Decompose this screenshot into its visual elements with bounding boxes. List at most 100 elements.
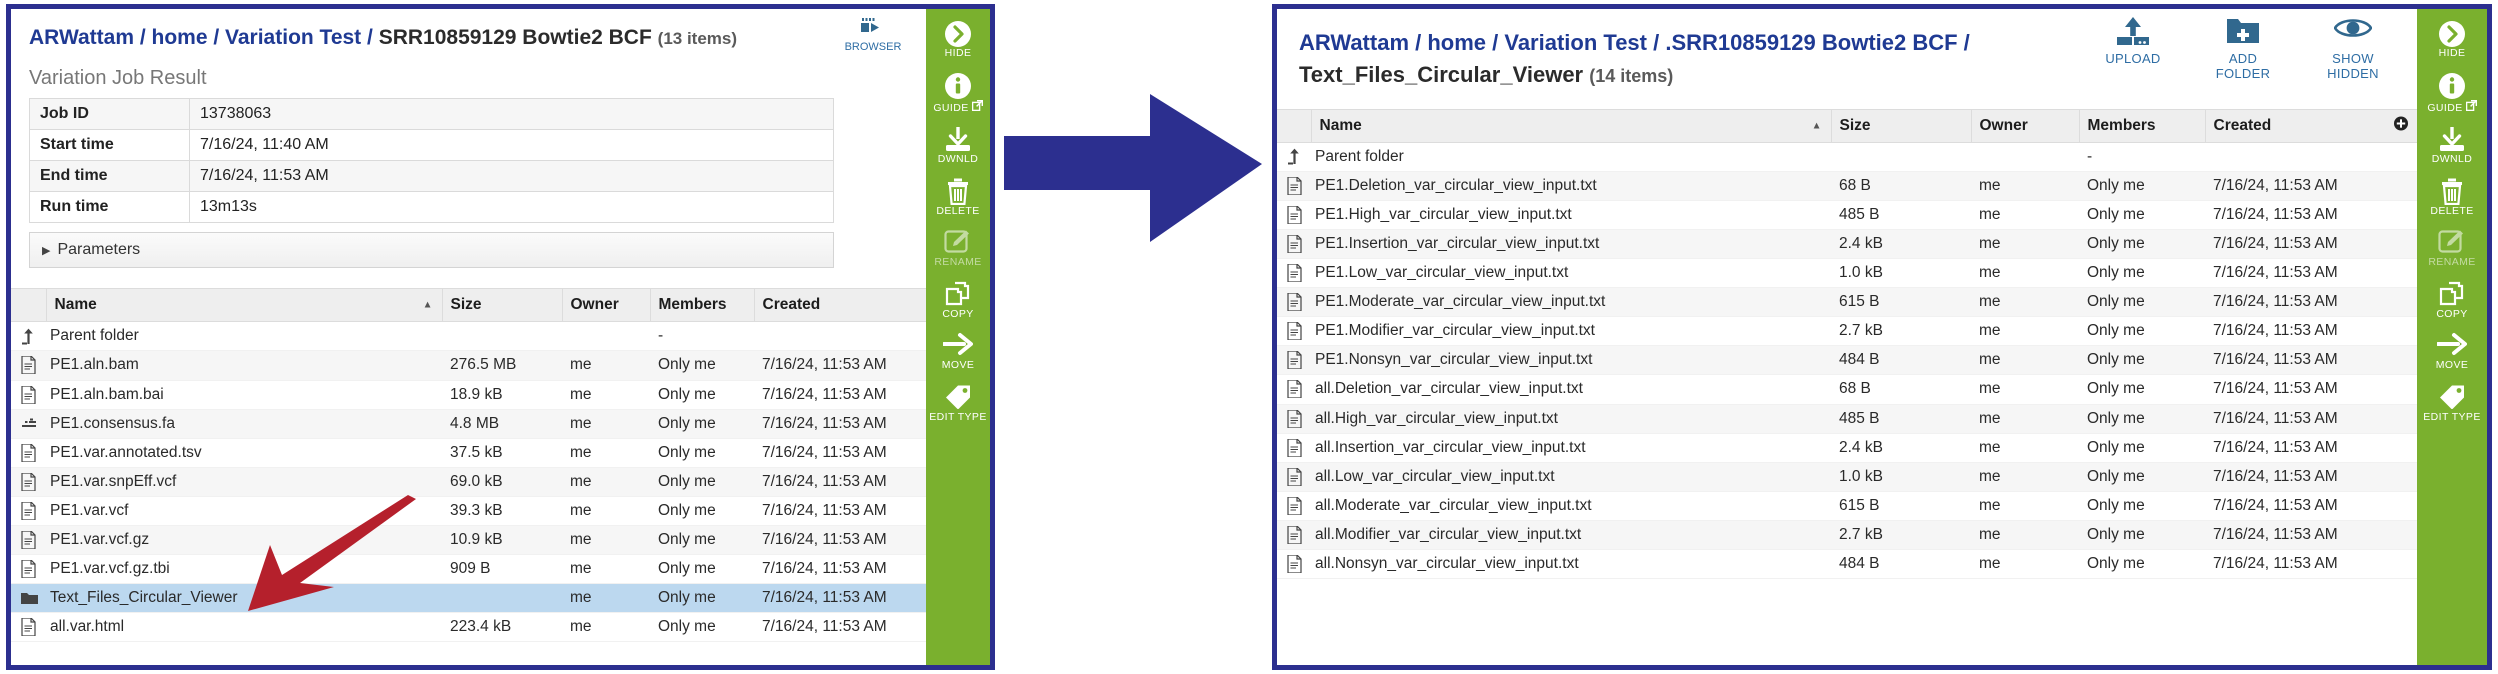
plus-circle-icon[interactable] [2394, 116, 2408, 135]
toolbar-item-guide[interactable]: GUIDE [926, 67, 990, 120]
sort-asc-icon[interactable]: ▲ [423, 300, 433, 311]
table-row[interactable]: PE1.var.snpEff.vcf 69.0 kB me Only me 7/16/2… [11, 467, 926, 497]
file-owner-cell: me [1971, 462, 2079, 492]
breadcrumb-path[interactable]: ARWattam / home / Variation Test / .SRR1… [1299, 30, 1970, 55]
file-name-cell[interactable]: all.Nonsyn_var_circular_view_input.txt [1311, 549, 1831, 580]
file-name-cell[interactable]: all.Insertion_var_circular_view_input.tx… [1311, 433, 1831, 463]
table-row[interactable]: PE1.Low_var_circular_view_input.txt 1.0 k… [1277, 258, 2417, 289]
file-name-cell[interactable]: PE1.Deletion_var_circular_view_input.txt [1311, 171, 1831, 201]
file-name-cell[interactable]: Parent folder [1311, 142, 1831, 172]
toolbar-item-dwnld[interactable]: DWNLD [926, 121, 990, 171]
file-name-cell[interactable]: PE1.Nonsyn_var_circular_view_input.txt [1311, 345, 1831, 376]
file-name-cell[interactable]: all.High_var_circular_view_input.txt [1311, 404, 1831, 434]
file-name-cell[interactable]: PE1.var.annotated.tsv [46, 438, 442, 468]
file-name-cell[interactable]: all.var.html [46, 612, 442, 643]
table-row[interactable]: all.High_var_circular_view_input.txt 485 … [1277, 404, 2417, 434]
toolbar-item-dwnld[interactable]: DWNLD [2417, 121, 2487, 171]
external-link-icon [969, 99, 983, 114]
column-header-name[interactable]: Name ▲ [1310, 108, 1831, 143]
table-row[interactable]: all.Modifier_var_circular_view_input.txt… [1277, 520, 2417, 551]
column-header-members[interactable]: Members [649, 288, 754, 323]
column-header-size[interactable]: Size [1830, 108, 1971, 143]
toolbar-item-copy[interactable]: COPY [2417, 276, 2487, 326]
chevron-right-icon: ▶ [42, 245, 51, 258]
table-row[interactable]: all.Low_var_circular_view_input.txt 1.0 k… [1277, 462, 2417, 492]
table-row[interactable]: all.Deletion_var_circular_view_input.txt… [1277, 374, 2417, 405]
table-row[interactable]: all.Nonsyn_var_circular_view_input.txt 48… [1277, 549, 2417, 580]
table-row[interactable]: PE1.aln.bam 276.5 MB me Only me 7/16/24, 11:… [11, 350, 926, 381]
file-owner-cell: me [1971, 433, 2079, 463]
file-name-cell[interactable]: all.Modifier_var_circular_view_input.txt [1311, 520, 1831, 551]
toolbar-item-edit-type[interactable]: EDIT TYPE [926, 379, 990, 429]
file-name-cell[interactable]: all.Low_var_circular_view_input.txt [1311, 462, 1831, 492]
breadcrumb-left[interactable]: ARWattam / home / Variation Test / SRR10… [11, 9, 926, 63]
toolbar-item-guide[interactable]: GUIDE [2417, 67, 2487, 120]
column-header-owner[interactable]: Owner [1970, 108, 2079, 143]
file-table-body-right: Parent folder - PE1.Deletion_var_circular_… [1277, 142, 2417, 580]
table-row[interactable]: PE1.var.annotated.tsv 37.5 kB me Only me 7/1… [11, 438, 926, 468]
file-name-cell[interactable]: PE1.Insertion_var_circular_view_input.tx… [1311, 229, 1831, 260]
file-icon [1277, 374, 1311, 405]
table-row[interactable]: PE1.var.vcf.gz 10.9 kB me Only me 7/16/24, 1… [11, 525, 926, 556]
table-row[interactable]: PE1.var.vcf 39.3 kB me Only me 7/16/24, 11:5… [11, 496, 926, 526]
sort-asc-icon[interactable]: ▲ [1812, 120, 1822, 131]
table-row[interactable]: PE1.Insertion_var_circular_view_input.tx… [1277, 229, 2417, 260]
file-owner-cell: me [1971, 171, 2079, 201]
file-name-cell[interactable]: PE1.Moderate_var_circular_view_input.txt [1311, 287, 1831, 318]
file-owner-cell [1971, 142, 2079, 172]
file-table-head-right: Name ▲ Size Owner Members Created [1277, 108, 2417, 143]
table-row[interactable]: PE1.consensus.fa 4.8 MB me Only me 7/16/24, … [11, 409, 926, 439]
browser-button[interactable]: BROWSER [838, 17, 908, 53]
table-row[interactable]: PE1.var.vcf.gz.tbi 909 Bme Only me 7/16/24,… [11, 554, 926, 585]
table-row[interactable]: all.Insertion_var_circular_view_input.tx… [1277, 433, 2417, 463]
file-name-cell[interactable]: PE1.consensus.fa [46, 409, 442, 439]
header-action-show[interactable]: SHOW HIDDEN [2315, 15, 2391, 82]
toolbar-item-hide[interactable]: HIDE [926, 15, 990, 65]
file-name-cell[interactable]: all.Moderate_var_circular_view_input.txt [1311, 491, 1831, 521]
column-header-created[interactable]: Created [2204, 108, 2417, 143]
toolbar-item-edit-type[interactable]: EDIT TYPE [2417, 379, 2487, 429]
breadcrumb-right[interactable]: ARWattam / home / Variation Test / .SRR1… [1277, 9, 2095, 103]
header-action-add[interactable]: ADD FOLDER [2205, 15, 2281, 82]
column-header-owner[interactable]: Owner [561, 288, 650, 323]
table-row[interactable]: PE1.Nonsyn_var_circular_view_input.txt 48… [1277, 345, 2417, 376]
column-header-members[interactable]: Members [2078, 108, 2205, 143]
table-row[interactable]: Text_Files_Circular_Viewer me Only me 7/16/… [11, 583, 926, 614]
toolbar-item-move[interactable]: MOVE [2417, 327, 2487, 377]
table-row[interactable]: PE1.Moderate_var_circular_view_input.txt… [1277, 287, 2417, 318]
header-action-upload[interactable]: UPLOAD [2095, 15, 2171, 82]
toolbar-item-hide[interactable]: HIDE [2417, 15, 2487, 65]
toolbar-item-delete[interactable]: DELETE [2417, 173, 2487, 223]
parameters-accordion[interactable]: ▶ Parameters [29, 232, 834, 269]
toolbar-item-copy[interactable]: COPY [926, 276, 990, 326]
file-name-cell[interactable]: PE1.High_var_circular_view_input.txt [1311, 200, 1831, 230]
breadcrumb-path[interactable]: ARWattam / home / Variation Test / [29, 26, 379, 49]
file-name-cell[interactable]: PE1.aln.bam [46, 350, 442, 381]
file-members-cell: Only me [650, 438, 754, 468]
table-row[interactable]: all.Moderate_var_circular_view_input.txt… [1277, 491, 2417, 521]
table-row[interactable]: PE1.High_var_circular_view_input.txt 485 … [1277, 200, 2417, 230]
file-name-cell[interactable]: Parent folder [46, 321, 442, 352]
file-name-cell[interactable]: PE1.Low_var_circular_view_input.txt [1311, 258, 1831, 289]
pencil-square-icon [926, 229, 990, 257]
table-row[interactable]: PE1.Deletion_var_circular_view_input.txt… [1277, 171, 2417, 201]
file-table-wrap-right: Name ▲ Size Owner Members Created Parent fold… [1277, 108, 2417, 580]
file-members-cell: Only me [650, 409, 754, 439]
column-header-size[interactable]: Size [441, 288, 562, 323]
file-name-cell[interactable]: PE1.aln.bam.bai [46, 380, 442, 410]
column-header-created[interactable]: Created [753, 288, 926, 323]
table-row[interactable]: PE1.Modifier_var_circular_view_input.txt… [1277, 316, 2417, 347]
file-created-cell [2205, 142, 2417, 172]
table-row[interactable]: PE1.aln.bam.bai 18.9 kB me Only me 7/16/24, … [11, 380, 926, 410]
file-created-cell: 7/16/24, 11:53 AM [754, 409, 926, 439]
toolbar-item-delete[interactable]: DELETE [926, 173, 990, 223]
table-row[interactable]: Parent folder - [11, 321, 926, 352]
file-name-cell[interactable]: PE1.Modifier_var_circular_view_input.txt [1311, 316, 1831, 347]
table-row[interactable]: Parent folder - [1277, 142, 2417, 172]
file-name-cell[interactable]: all.Deletion_var_circular_view_input.txt [1311, 374, 1831, 405]
table-row[interactable]: all.var.html 223.4 kB me Only me 7/16/24, 11… [11, 612, 926, 643]
file-owner-cell: me [1971, 404, 2079, 434]
file-name-cell[interactable]: PE1.var.snpEff.vcf [46, 467, 442, 497]
column-header-name[interactable]: Name ▲ [45, 288, 442, 323]
toolbar-item-move[interactable]: MOVE [926, 327, 990, 377]
